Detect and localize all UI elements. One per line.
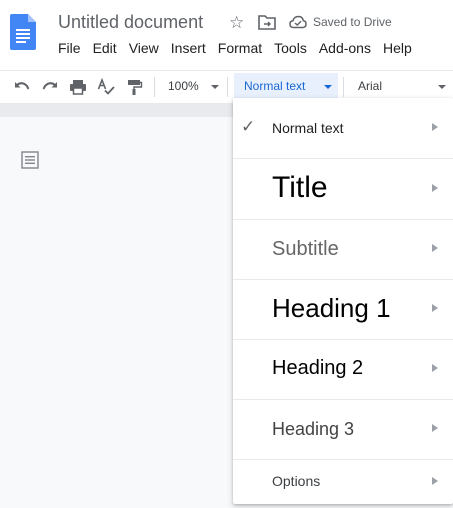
menu-bar: File Edit View Insert Format Tools Add-o… (58, 40, 412, 58)
paragraph-style-menu: ✓ Normal text Title Subtitle Heading 1 H… (233, 98, 453, 504)
menu-item-subtitle[interactable]: Subtitle (233, 219, 453, 280)
toolbar-divider (154, 77, 155, 97)
chevron-right-icon (432, 184, 438, 192)
paragraph-style-dropdown-icon[interactable] (324, 85, 332, 89)
font-select[interactable]: Arial (358, 79, 382, 93)
zoom-dropdown-icon[interactable] (211, 85, 219, 89)
chevron-right-icon (432, 364, 438, 372)
redo-icon[interactable] (41, 78, 59, 96)
check-icon: ✓ (241, 117, 256, 136)
save-status[interactable]: Saved to Drive (313, 15, 392, 29)
move-to-folder-icon[interactable] (258, 14, 276, 30)
menu-help[interactable]: Help (383, 40, 412, 58)
document-outline-icon[interactable] (21, 151, 39, 169)
menu-item-label: Normal text (272, 120, 344, 136)
menu-item-options[interactable]: Options (233, 459, 453, 504)
menu-item-label: Options (272, 473, 321, 489)
paragraph-style-value[interactable]: Normal text (244, 79, 305, 93)
app-header: Untitled document ☆ Saved to Drive File … (0, 0, 453, 70)
menu-tools[interactable]: Tools (274, 40, 307, 58)
font-dropdown-icon[interactable] (438, 85, 446, 89)
zoom-select[interactable]: 100% (168, 79, 199, 93)
menu-item-label: Subtitle (272, 238, 339, 260)
menu-item-label: Heading 1 (272, 293, 391, 323)
menu-item-heading-1[interactable]: Heading 1 (233, 279, 453, 340)
print-icon[interactable] (69, 78, 87, 96)
chevron-right-icon (432, 123, 438, 131)
menu-item-label: Title (272, 171, 328, 204)
chevron-right-icon (432, 304, 438, 312)
spellcheck-icon[interactable] (97, 78, 115, 96)
toolbar-divider (227, 77, 228, 97)
paint-format-icon[interactable] (125, 78, 143, 96)
menu-edit[interactable]: Edit (93, 40, 117, 58)
chevron-right-icon (432, 424, 438, 432)
menu-item-heading-3[interactable]: Heading 3 (233, 399, 453, 460)
menu-format[interactable]: Format (218, 40, 262, 58)
menu-file[interactable]: File (58, 40, 81, 58)
google-docs-logo-icon[interactable] (10, 14, 36, 50)
menu-item-normal-text[interactable]: ✓ Normal text (233, 98, 453, 159)
menu-insert[interactable]: Insert (171, 40, 206, 58)
menu-item-title[interactable]: Title (233, 159, 453, 220)
star-icon[interactable]: ☆ (229, 13, 244, 33)
menu-item-label: Heading 3 (272, 419, 355, 439)
menu-item-heading-2[interactable]: Heading 2 (233, 339, 453, 400)
undo-icon[interactable] (13, 78, 31, 96)
chevron-right-icon (432, 244, 438, 252)
menu-item-label: Heading 2 (272, 357, 364, 379)
menu-view[interactable]: View (129, 40, 159, 58)
cloud-saved-icon[interactable] (289, 15, 307, 29)
toolbar-divider (343, 77, 344, 97)
menu-add-ons[interactable]: Add-ons (319, 40, 371, 58)
document-title[interactable]: Untitled document (58, 12, 203, 33)
chevron-right-icon (432, 477, 438, 485)
